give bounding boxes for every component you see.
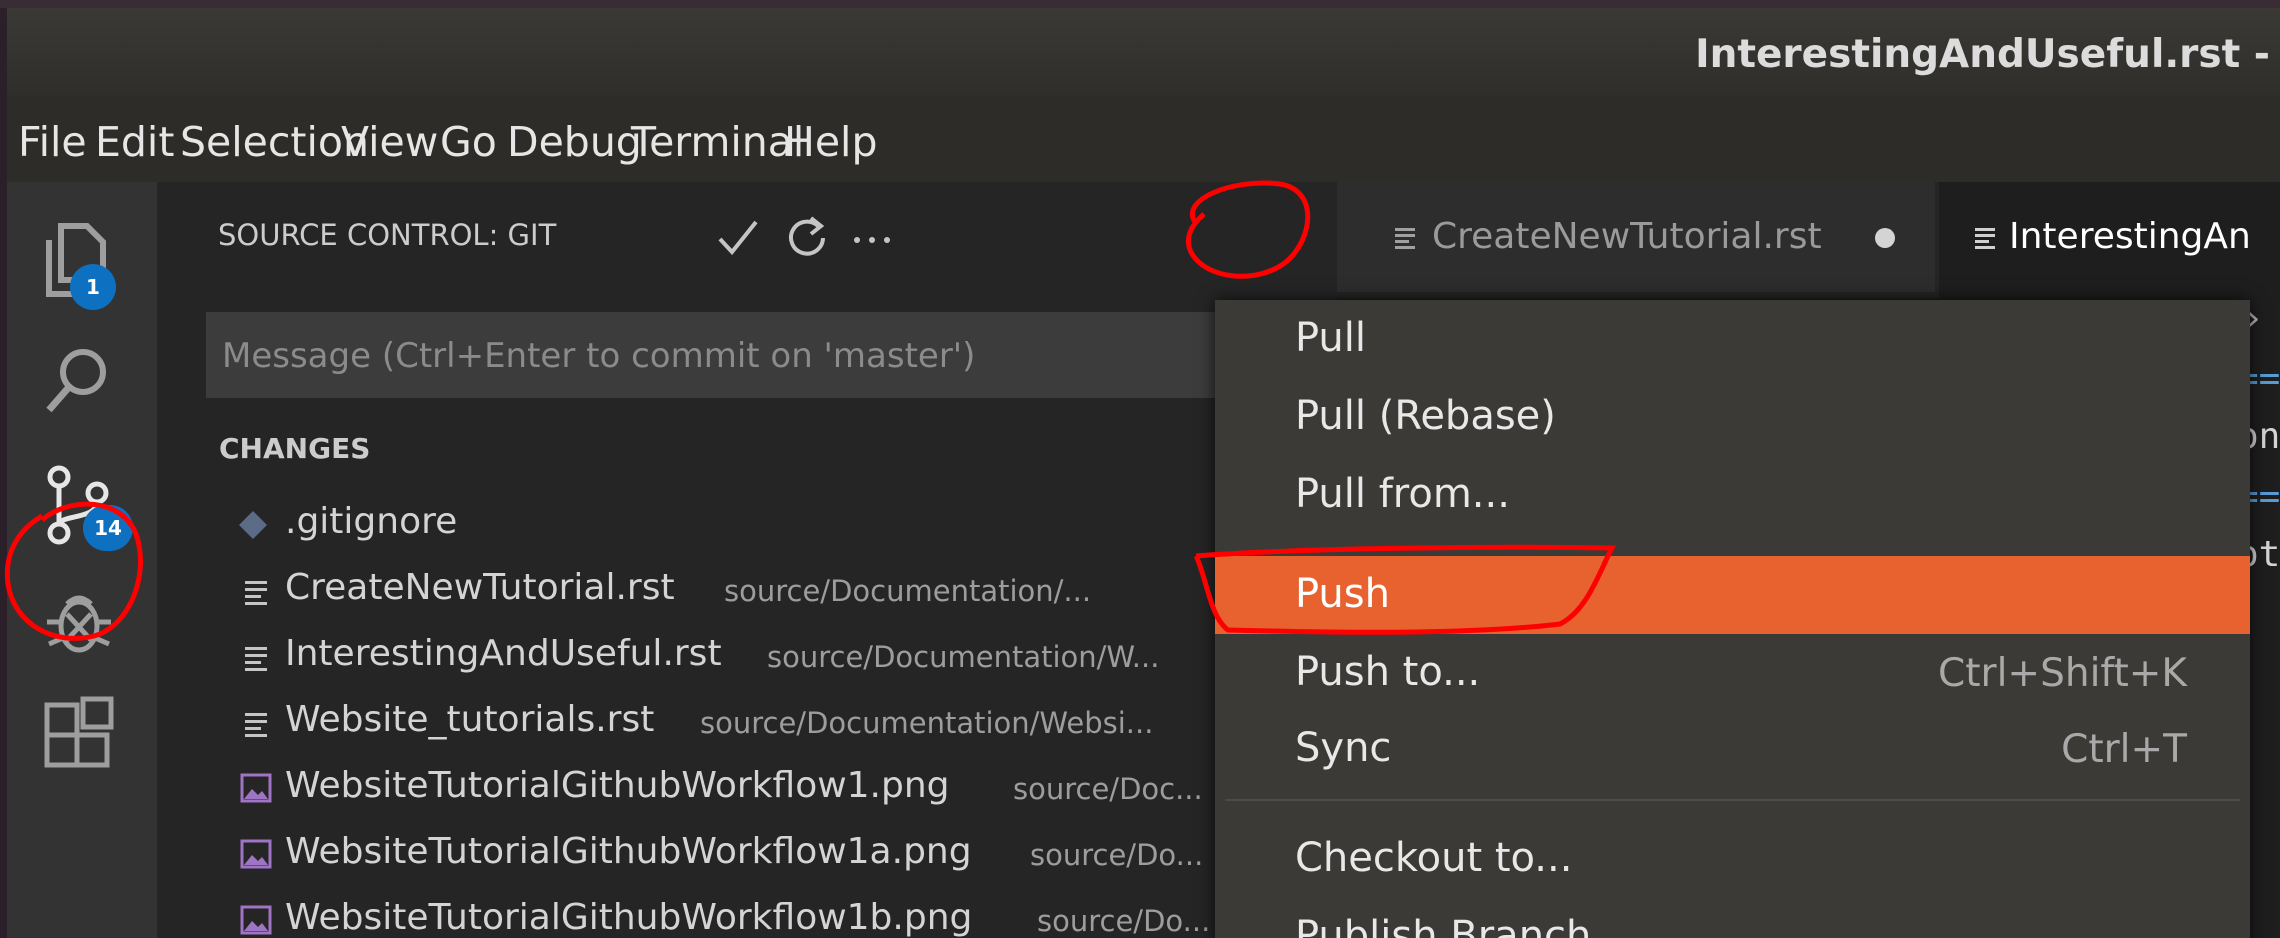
menu-debug[interactable]: Debug: [507, 118, 642, 166]
window-title: InterestingAndUseful.rst -: [1695, 32, 2270, 77]
source-control-button[interactable]: 14: [7, 445, 157, 555]
menu-item-pull-rebase[interactable]: Pull (Rebase): [1215, 378, 2250, 456]
tab-label: CreateNewTutorial.rst: [1432, 216, 1822, 257]
menu-item-pull-from[interactable]: Pull from...: [1215, 456, 2250, 534]
file-path: source/Documentation/W...: [767, 640, 1160, 674]
tab-create-new-tutorial[interactable]: CreateNewTutorial.rst: [1337, 182, 1935, 292]
unsaved-dot-icon[interactable]: [1873, 226, 1897, 250]
tab-interesting-and-useful[interactable]: InterestingAn: [1939, 182, 2280, 298]
file-name: .gitignore: [285, 501, 458, 542]
file-name: Website_tutorials.rst: [285, 699, 655, 740]
explorer-button[interactable]: 1: [7, 202, 157, 312]
search-button[interactable]: [7, 322, 157, 432]
more-actions-icon[interactable]: [847, 214, 897, 264]
changed-file-row[interactable]: InterestingAndUseful.rst source/Document…: [157, 623, 1337, 689]
file-name: WebsiteTutorialGithubWorkflow1b.png: [285, 897, 973, 938]
vscode-window: InterestingAndUseful.rst - File Edit Sel…: [7, 8, 2280, 938]
menu-bar: File Edit Selection View Go Debug Termin…: [7, 96, 2280, 182]
tab-label: InterestingAn: [2009, 216, 2251, 257]
extensions-button[interactable]: [7, 677, 157, 787]
file-name: WebsiteTutorialGithubWorkflow1.png: [285, 765, 950, 806]
menu-item-push[interactable]: Push: [1215, 556, 2250, 634]
menu-item-label: Pull from...: [1295, 471, 1510, 517]
menu-terminal[interactable]: Terminal: [631, 118, 804, 166]
refresh-icon[interactable]: [782, 212, 832, 262]
debug-icon: [47, 595, 111, 653]
git-file-icon: [239, 511, 267, 539]
text-file-icon: [245, 713, 267, 737]
changed-file-row[interactable]: WebsiteTutorialGithubWorkflow1b.png sour…: [157, 887, 1337, 938]
changed-file-row[interactable]: CreateNewTutorial.rst source/Documentati…: [157, 557, 1337, 623]
image-file-icon: [240, 839, 272, 869]
changed-file-row[interactable]: WebsiteTutorialGithubWorkflow1.png sourc…: [157, 755, 1337, 821]
changed-file-row[interactable]: WebsiteTutorialGithubWorkflow1a.png sour…: [157, 821, 1337, 887]
menu-item-shortcut: Ctrl+Shift+K: [1938, 651, 2187, 696]
menu-item-label: Checkout to...: [1295, 835, 1573, 881]
menu-item-sync[interactable]: Sync Ctrl+T: [1215, 710, 2250, 788]
menu-item-pull[interactable]: Pull: [1215, 300, 2250, 378]
menu-item-shortcut: Ctrl+T: [2061, 727, 2187, 772]
menu-item-label: Push to...: [1295, 649, 1481, 695]
explorer-badge: 1: [70, 264, 116, 310]
file-path: source/Do...: [1037, 904, 1211, 938]
menu-view[interactable]: View: [341, 118, 438, 166]
file-name: WebsiteTutorialGithubWorkflow1a.png: [285, 831, 972, 872]
menu-file[interactable]: File: [18, 118, 87, 166]
debug-button[interactable]: [7, 564, 157, 674]
file-name: CreateNewTutorial.rst: [285, 567, 675, 608]
commit-check-icon[interactable]: [712, 212, 762, 262]
menu-help[interactable]: Help: [784, 118, 877, 166]
activity-bar: 1 14: [7, 182, 157, 938]
menu-item-checkout-to[interactable]: Checkout to...: [1215, 820, 2250, 898]
file-path: source/Doc...: [1013, 772, 1203, 806]
search-icon: [46, 349, 106, 413]
changes-header[interactable]: CHANGES: [219, 432, 370, 465]
image-file-icon: [240, 905, 272, 935]
file-path: source/Do...: [1030, 838, 1204, 872]
image-file-icon: [240, 773, 272, 803]
file-path: source/Documentation/...: [724, 574, 1092, 608]
menu-item-push-to[interactable]: Push to... Ctrl+Shift+K: [1215, 634, 2250, 712]
menu-item-publish-branch[interactable]: Publish Branch: [1215, 898, 2250, 938]
menu-separator: [1225, 799, 2240, 801]
menu-item-label: Sync: [1295, 725, 1392, 771]
commit-message-box: [206, 312, 1336, 400]
menu-item-label: Push: [1295, 571, 1390, 617]
file-name: InterestingAndUseful.rst: [285, 633, 722, 674]
source-control-badge: 14: [83, 505, 133, 551]
text-file-icon: [245, 581, 267, 605]
text-file-icon: [1395, 228, 1415, 249]
extensions-icon: [44, 696, 114, 768]
changed-file-row[interactable]: .gitignore: [157, 491, 1337, 557]
menu-item-label: Pull: [1295, 315, 1366, 361]
panel-title: SOURCE CONTROL: GIT: [218, 218, 557, 252]
title-bar: InterestingAndUseful.rst -: [7, 8, 2280, 96]
menu-edit[interactable]: Edit: [95, 118, 174, 166]
menu-go[interactable]: Go: [440, 118, 497, 166]
scm-more-actions-menu: Pull Pull (Rebase) Pull from... Push Pus…: [1215, 300, 2250, 938]
menu-item-label: Publish Branch: [1295, 913, 1592, 938]
editor-tabs: CreateNewTutorial.rst InterestingAn: [1337, 182, 2280, 298]
file-path: source/Documentation/Websi...: [700, 706, 1154, 740]
changed-file-row[interactable]: Website_tutorials.rst source/Documentati…: [157, 689, 1337, 755]
menu-item-label: Pull (Rebase): [1295, 393, 1556, 439]
text-file-icon: [245, 647, 267, 671]
commit-message-input[interactable]: [220, 312, 1324, 400]
text-file-icon: [1975, 228, 1995, 249]
desktop-top-bar: [0, 0, 2280, 8]
source-control-panel: SOURCE CONTROL: GIT CHANGES .gitignore: [157, 182, 1337, 938]
